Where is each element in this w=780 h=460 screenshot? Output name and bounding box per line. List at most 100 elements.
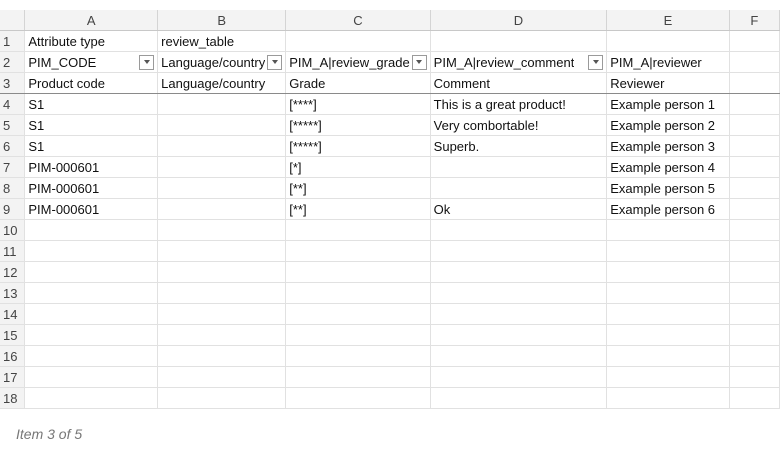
cell-a13[interactable] xyxy=(24,282,159,304)
column-header-f[interactable]: F xyxy=(729,10,780,31)
cell-f14[interactable] xyxy=(729,303,780,325)
column-header-b[interactable]: B xyxy=(157,10,287,31)
cell-b10[interactable] xyxy=(157,219,287,241)
column-header-a[interactable]: A xyxy=(24,10,159,31)
cell-e9[interactable]: Example person 6 xyxy=(606,198,730,220)
cell-e4[interactable]: Example person 1 xyxy=(606,93,730,115)
cell-d10[interactable] xyxy=(430,219,608,241)
column-header-c[interactable]: C xyxy=(285,10,431,31)
row-header[interactable]: 8 xyxy=(0,177,26,199)
filter-dropdown-button[interactable] xyxy=(411,54,427,70)
cell-a14[interactable] xyxy=(24,303,159,325)
cell-e15[interactable] xyxy=(606,324,730,346)
cell-e5[interactable]: Example person 2 xyxy=(606,114,730,136)
cell-c14[interactable] xyxy=(285,303,431,325)
cell-b18[interactable] xyxy=(157,387,287,409)
cell-d6[interactable]: Superb. xyxy=(430,135,608,157)
cell-a12[interactable] xyxy=(24,261,159,283)
cell-a8[interactable]: PIM-000601 xyxy=(24,177,159,199)
filter-dropdown-button[interactable] xyxy=(139,54,155,70)
cell-d1[interactable] xyxy=(430,30,608,52)
cell-b3[interactable]: Language/country xyxy=(157,72,287,94)
cell-f9[interactable] xyxy=(729,198,780,220)
cell-f2[interactable] xyxy=(729,51,780,73)
cell-a15[interactable] xyxy=(24,324,159,346)
cell-f17[interactable] xyxy=(729,366,780,388)
cell-a9[interactable]: PIM-000601 xyxy=(24,198,159,220)
cell-e17[interactable] xyxy=(606,366,730,388)
cell-e8[interactable]: Example person 5 xyxy=(606,177,730,199)
cell-b5[interactable] xyxy=(157,114,287,136)
cell-e3[interactable]: Reviewer xyxy=(606,72,730,94)
cell-c17[interactable] xyxy=(285,366,431,388)
row-header[interactable]: 1 xyxy=(0,30,26,52)
row-header[interactable]: 13 xyxy=(0,282,26,304)
cell-a4[interactable]: S1 xyxy=(24,93,159,115)
cell-b17[interactable] xyxy=(157,366,287,388)
row-header[interactable]: 6 xyxy=(0,135,26,157)
cell-d16[interactable] xyxy=(430,345,608,367)
cell-b6[interactable] xyxy=(157,135,287,157)
cell-e10[interactable] xyxy=(606,219,730,241)
cell-b1[interactable]: review_table xyxy=(157,30,287,52)
cell-c5[interactable]: [*****] xyxy=(285,114,431,136)
cell-d3[interactable]: Comment xyxy=(430,72,608,94)
cell-f16[interactable] xyxy=(729,345,780,367)
filter-dropdown-button[interactable] xyxy=(588,54,604,70)
cell-c4[interactable]: [****] xyxy=(285,93,431,115)
cell-a18[interactable] xyxy=(24,387,159,409)
cell-d15[interactable] xyxy=(430,324,608,346)
cell-d5[interactable]: Very combortable! xyxy=(430,114,608,136)
cell-b4[interactable] xyxy=(157,93,287,115)
cell-f12[interactable] xyxy=(729,261,780,283)
row-header[interactable]: 16 xyxy=(0,345,26,367)
cell-e7[interactable]: Example person 4 xyxy=(606,156,730,178)
cell-a16[interactable] xyxy=(24,345,159,367)
cell-a17[interactable] xyxy=(24,366,159,388)
row-header[interactable]: 11 xyxy=(0,240,26,262)
cell-a5[interactable]: S1 xyxy=(24,114,159,136)
cell-f13[interactable] xyxy=(729,282,780,304)
cell-b16[interactable] xyxy=(157,345,287,367)
cell-e13[interactable] xyxy=(606,282,730,304)
column-header-e[interactable]: E xyxy=(606,10,730,31)
cell-b2[interactable]: Language/country xyxy=(157,51,287,73)
cell-c8[interactable]: [**] xyxy=(285,177,431,199)
cell-e16[interactable] xyxy=(606,345,730,367)
cell-c16[interactable] xyxy=(285,345,431,367)
cell-c12[interactable] xyxy=(285,261,431,283)
cell-f3[interactable] xyxy=(729,72,780,94)
row-header[interactable]: 4 xyxy=(0,93,26,115)
row-header[interactable]: 7 xyxy=(0,156,26,178)
cell-f5[interactable] xyxy=(729,114,780,136)
cell-b12[interactable] xyxy=(157,261,287,283)
cell-f8[interactable] xyxy=(729,177,780,199)
spreadsheet-grid[interactable]: A B C D E F 1 Attribute type review_table 2… xyxy=(0,10,780,422)
cell-f1[interactable] xyxy=(729,30,780,52)
row-header[interactable]: 9 xyxy=(0,198,26,220)
cell-c18[interactable] xyxy=(285,387,431,409)
cell-d4[interactable]: This is a great product! xyxy=(430,93,608,115)
cell-b13[interactable] xyxy=(157,282,287,304)
row-header[interactable]: 2 xyxy=(0,51,26,73)
filter-dropdown-button[interactable] xyxy=(267,54,283,70)
cell-a6[interactable]: S1 xyxy=(24,135,159,157)
row-header[interactable]: 3 xyxy=(0,72,26,94)
cell-d13[interactable] xyxy=(430,282,608,304)
cell-f15[interactable] xyxy=(729,324,780,346)
cell-c15[interactable] xyxy=(285,324,431,346)
cell-c9[interactable]: [**] xyxy=(285,198,431,220)
cell-e18[interactable] xyxy=(606,387,730,409)
cell-c2[interactable]: PIM_A|review_grade xyxy=(285,51,431,73)
cell-a1[interactable]: Attribute type xyxy=(24,30,159,52)
cell-e2[interactable]: PIM_A|reviewer xyxy=(606,51,730,73)
cell-a11[interactable] xyxy=(24,240,159,262)
cell-d18[interactable] xyxy=(430,387,608,409)
cell-e1[interactable] xyxy=(606,30,730,52)
cell-f10[interactable] xyxy=(729,219,780,241)
cell-f18[interactable] xyxy=(729,387,780,409)
cell-c10[interactable] xyxy=(285,219,431,241)
cell-e11[interactable] xyxy=(606,240,730,262)
cell-c1[interactable] xyxy=(285,30,431,52)
cell-d2[interactable]: PIM_A|review_comment xyxy=(430,51,608,73)
